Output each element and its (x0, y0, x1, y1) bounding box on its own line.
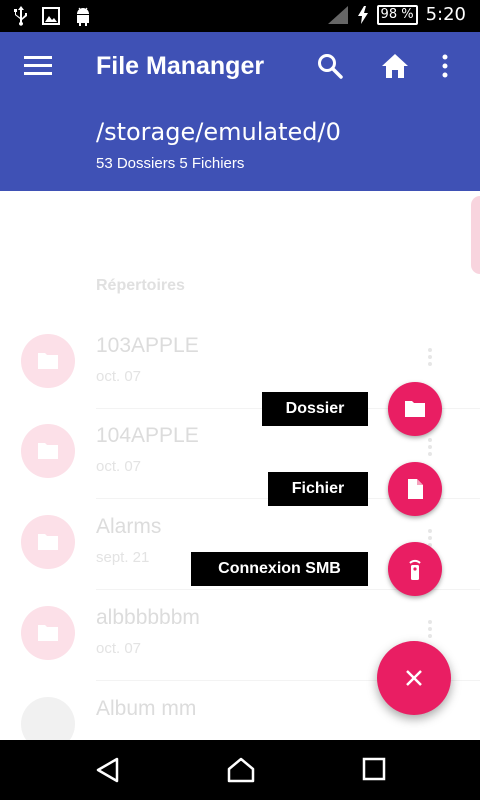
recents-icon (362, 757, 386, 781)
menu-icon-line (24, 72, 52, 75)
search-icon (318, 54, 343, 79)
folder-avatar (21, 424, 75, 478)
home-icon (382, 54, 408, 78)
folder-icon (38, 534, 58, 550)
nav-home-button[interactable] (227, 757, 255, 788)
file-date: oct. 07 (96, 458, 142, 475)
item-menu-button[interactable] (428, 438, 432, 459)
app-bar: File Mananger /storage/emulated/0 53 Dos… (0, 32, 480, 191)
android-icon (77, 7, 89, 26)
home-nav-icon (227, 757, 255, 783)
new-folder-button[interactable] (388, 382, 442, 436)
smb-connection-button[interactable] (388, 542, 442, 596)
item-menu-button[interactable] (428, 620, 432, 641)
item-menu-button[interactable] (428, 348, 432, 369)
folder-icon (38, 625, 58, 641)
new-file-button[interactable] (388, 462, 442, 516)
usb-icon (14, 6, 27, 26)
clock: 5:20 (425, 4, 466, 25)
folder-icon (38, 443, 58, 459)
file-name: albbbbbbm (96, 606, 200, 629)
folder-icon (405, 401, 425, 417)
new-folder-label[interactable]: Dossier (262, 392, 368, 426)
file-date: oct. 07 (96, 368, 142, 385)
app-title: File Mananger (96, 52, 265, 80)
menu-button[interactable] (24, 56, 52, 76)
status-system: 98 % 5:20 (327, 4, 466, 25)
folder-avatar (21, 515, 75, 569)
folder-file-count: 53 Dossiers 5 Fichiers (96, 155, 245, 172)
menu-icon-line (24, 56, 52, 59)
file-name: 104APPLE (96, 424, 199, 447)
file-name: Album mm (96, 697, 197, 720)
recents-button[interactable] (362, 757, 386, 786)
file-date: oct. 07 (96, 640, 142, 657)
more-options-button[interactable] (441, 54, 449, 83)
remote-icon (409, 559, 421, 580)
back-icon (96, 757, 119, 783)
new-file-label[interactable]: Fichier (268, 472, 368, 506)
folder-icon (38, 353, 58, 369)
section-title: Répertoires (96, 277, 185, 294)
back-button[interactable] (95, 757, 121, 788)
folder-avatar (21, 606, 75, 660)
current-path: /storage/emulated/0 (96, 118, 341, 146)
image-icon (42, 7, 60, 25)
charging-icon (357, 5, 368, 24)
file-icon (408, 479, 423, 499)
home-button[interactable] (381, 53, 409, 84)
smb-connection-label[interactable]: Connexion SMB (191, 552, 368, 586)
more-vert-icon (442, 54, 448, 78)
battery-indicator: 98 % (376, 4, 418, 25)
file-date: sept. 21 (96, 549, 150, 566)
status-bar: 98 % 5:20 (0, 0, 480, 32)
signal-icon (327, 5, 348, 24)
file-name: 103APPLE (96, 334, 199, 357)
file-name: Alarms (96, 515, 162, 538)
status-notifications (14, 6, 92, 26)
search-button[interactable] (316, 52, 344, 85)
fast-scroll-thumb[interactable] (471, 196, 480, 274)
close-fab-button[interactable] (377, 641, 451, 715)
folder-avatar (21, 334, 75, 388)
close-icon (406, 670, 422, 686)
navigation-bar (0, 740, 480, 800)
folder-avatar (21, 697, 75, 740)
menu-icon-line (24, 64, 52, 67)
